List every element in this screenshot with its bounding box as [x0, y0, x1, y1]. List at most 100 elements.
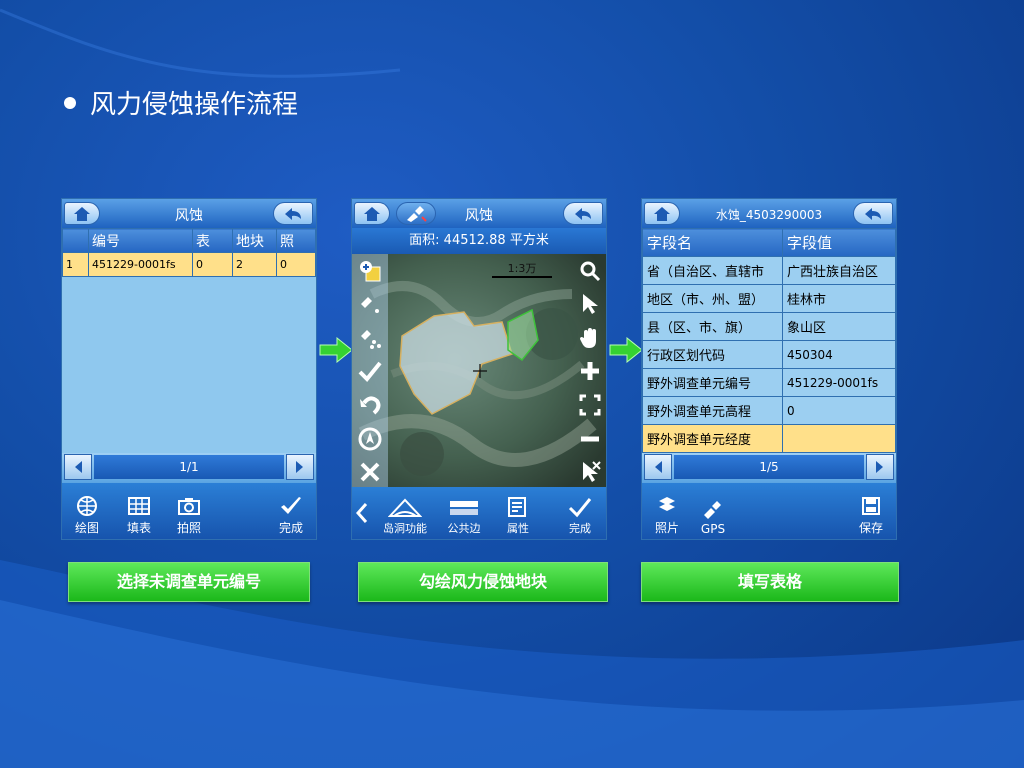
field-value[interactable]: 450304	[782, 340, 896, 369]
table-row-selected[interactable]: 野外调查单元经度	[642, 424, 896, 453]
field-name: 野外调查单元高程	[642, 396, 783, 425]
add-polygon-button[interactable]	[356, 257, 384, 285]
table-row[interactable]: 县（区、市、旗） 象山区	[642, 312, 896, 341]
confirm-button[interactable]	[356, 357, 384, 385]
pointer-clear-icon	[583, 461, 601, 483]
step-draw-plot-button[interactable]: 勾绘风力侵蚀地块	[358, 562, 608, 602]
field-value[interactable]: 0	[782, 396, 896, 425]
add-polygon-icon	[360, 260, 381, 282]
field-value[interactable]: 广西壮族自治区	[782, 256, 896, 285]
row-photos: 0	[276, 252, 316, 277]
globe-icon	[77, 496, 97, 516]
island-hole-icon	[388, 498, 422, 517]
field-value[interactable]: 451229-0001fs	[782, 368, 896, 397]
zoom-out-button[interactable]	[576, 425, 604, 453]
map-scale: 1:3万	[492, 260, 552, 278]
compass-icon	[358, 427, 382, 451]
navigate-button[interactable]	[356, 425, 384, 453]
table-icon	[128, 497, 150, 515]
back-button[interactable]	[853, 202, 893, 225]
table-row[interactable]: 行政区划代码 450304	[642, 340, 896, 369]
step-select-unit-button[interactable]: 选择未调查单元编号	[68, 562, 310, 602]
next-page-button[interactable]	[866, 454, 894, 480]
collapse-button[interactable]	[352, 502, 372, 527]
field-value[interactable]: 象山区	[782, 312, 896, 341]
field-value[interactable]: 桂林市	[782, 284, 896, 313]
page-title-text: 风力侵蚀操作流程	[90, 90, 299, 120]
done-button[interactable]: 完成	[272, 495, 310, 536]
back-button[interactable]	[273, 202, 313, 225]
gps-button[interactable]: GPS	[694, 498, 732, 536]
row-table: 0	[192, 252, 233, 277]
photos-button[interactable]: 照片	[648, 495, 686, 536]
chevron-right-icon	[296, 461, 303, 473]
table-header: 字段名 字段值	[642, 228, 896, 257]
chevron-right-icon	[876, 461, 883, 473]
photo-button[interactable]: 拍照	[170, 495, 208, 536]
pan-button[interactable]	[576, 324, 604, 352]
undo-icon	[360, 396, 381, 415]
chevron-left-icon	[355, 503, 368, 523]
photos-label: 照片	[654, 521, 679, 535]
back-arrow-icon	[575, 207, 591, 220]
table-row[interactable]: 地区（市、州、盟） 桂林市	[642, 284, 896, 313]
table-header-code: 编号	[88, 228, 193, 253]
shared-edge-button[interactable]: 公共边	[440, 496, 488, 536]
top-bar: 风蚀	[62, 199, 316, 228]
pager-bar: 1/5	[642, 453, 896, 483]
bottom-toolbar: 绘图 填表 拍照 完成	[62, 483, 316, 539]
trace-line-button[interactable]	[356, 290, 384, 318]
clear-select-button[interactable]	[576, 458, 604, 486]
fill-table-label: 填表	[126, 521, 151, 535]
table-row[interactable]: 省（自治区、直辖市 广西壮族自治区	[642, 256, 896, 285]
zoom-in-button[interactable]	[576, 357, 604, 385]
field-name: 地区（市、州、盟）	[642, 284, 783, 313]
field-name: 野外调查单元编号	[642, 368, 783, 397]
table-header: 编号 表 地块 照	[62, 228, 316, 253]
satellite-points-icon	[361, 329, 381, 349]
save-button[interactable]: 保存	[852, 495, 890, 536]
prev-page-button[interactable]	[64, 454, 92, 480]
field-value[interactable]	[782, 424, 896, 453]
done-button[interactable]: 完成	[558, 496, 602, 536]
photo-label: 拍照	[176, 521, 201, 535]
row-index: 1	[62, 252, 89, 277]
prev-page-button[interactable]	[644, 454, 672, 480]
draw-button[interactable]: 绘图	[68, 495, 106, 536]
bullet-icon	[64, 96, 76, 109]
back-arrow-icon	[865, 207, 881, 220]
delete-button[interactable]	[356, 458, 384, 486]
delete-icon	[360, 462, 380, 482]
table-row[interactable]: 野外调查单元高程 0	[642, 396, 896, 425]
shared-edge-label: 公共边	[447, 522, 481, 535]
minus-icon	[581, 436, 599, 442]
table-row[interactable]: 野外调查单元编号 451229-0001fs	[642, 368, 896, 397]
plus-icon	[581, 362, 599, 381]
table-header-plots: 地块	[232, 228, 277, 253]
attribute-button[interactable]: 属性	[496, 496, 540, 536]
select-button[interactable]	[576, 290, 604, 318]
full-extent-button[interactable]	[576, 391, 604, 419]
right-toolbar	[572, 254, 606, 489]
flow-arrow-icon	[319, 337, 353, 363]
top-bar: 风蚀	[352, 199, 606, 228]
step-fill-form-button[interactable]: 填写表格	[641, 562, 899, 602]
table-row[interactable]: 1 451229-0001fs 0 2 0	[62, 252, 316, 277]
map-view[interactable]: 1:3万	[352, 254, 606, 489]
left-toolbar	[352, 254, 388, 489]
checkmark-icon	[358, 362, 382, 383]
back-button[interactable]	[563, 202, 603, 225]
hand-icon	[580, 327, 596, 348]
field-name: 省（自治区、直辖市	[642, 256, 783, 285]
zoom-window-button[interactable]	[576, 257, 604, 285]
attribute-icon	[508, 497, 526, 517]
trace-points-button[interactable]	[356, 324, 384, 352]
next-page-button[interactable]	[286, 454, 314, 480]
screen-map-drawing: 风蚀 面积: 44512.88 平方米 1:3万 岛洞功能 公共边 属性 完成	[351, 198, 607, 540]
fill-table-button[interactable]: 填表	[120, 495, 158, 536]
bottom-toolbar: 岛洞功能 公共边 属性 完成	[352, 487, 606, 539]
done-label: 完成	[278, 521, 303, 535]
undo-button[interactable]	[356, 391, 384, 419]
satellite-icon	[704, 501, 721, 519]
island-hole-button[interactable]: 岛洞功能	[376, 496, 434, 536]
